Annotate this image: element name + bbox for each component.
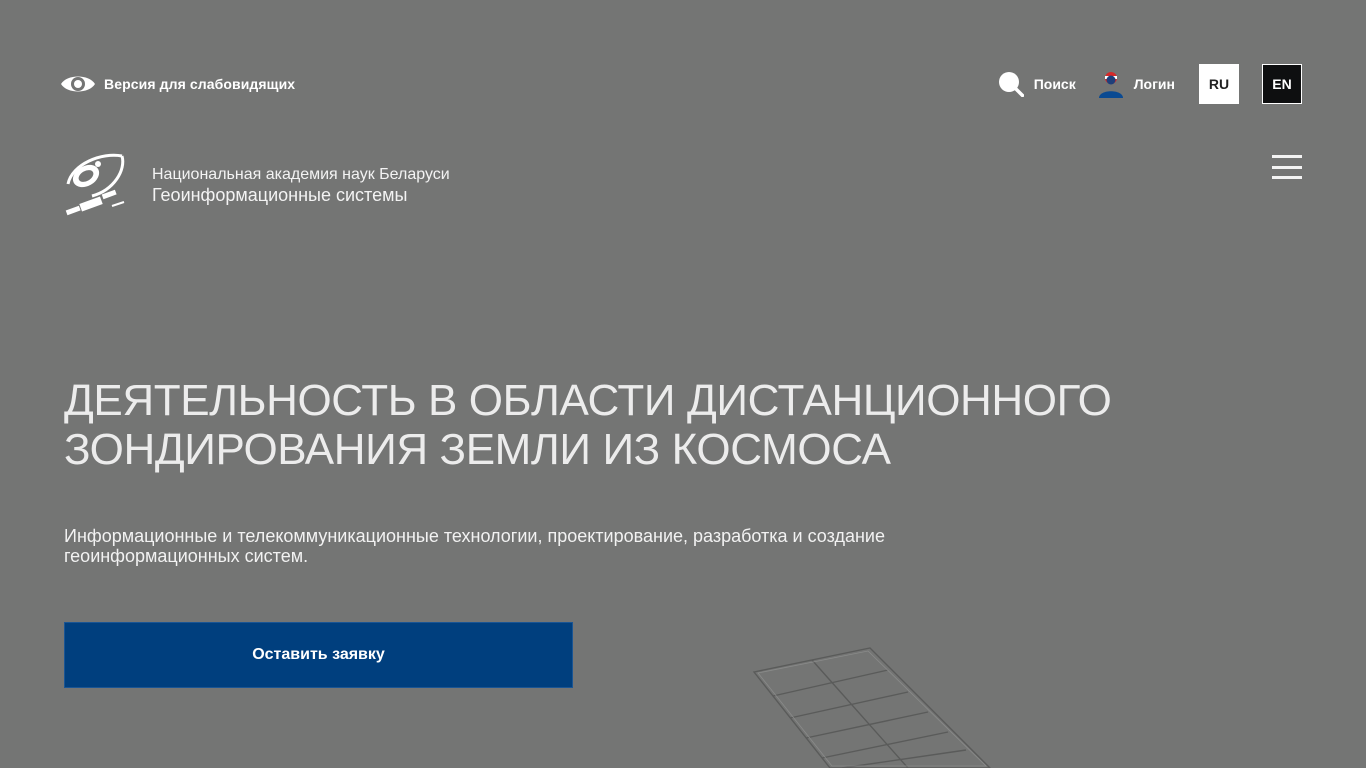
eye-icon [61, 76, 95, 92]
submit-request-button[interactable]: Оставить заявку [64, 622, 573, 688]
hamburger-menu-icon[interactable] [1272, 155, 1302, 179]
user-icon [1098, 72, 1123, 98]
accessibility-version-label: Версия для слабовидящих [104, 76, 296, 92]
brand-department-name: Геоинформационные системы [152, 185, 408, 205]
site-brand[interactable]: Национальная академия наук Беларуси Геои… [62, 150, 450, 220]
language-en-button[interactable]: EN [1262, 64, 1302, 104]
language-ru-button[interactable]: RU [1199, 64, 1239, 104]
page: Версия для слабовидящих Поиск Логин RU E… [0, 0, 1366, 768]
menu-bar-middle [1272, 165, 1302, 169]
brand-academy-name: Национальная академия наук Беларуси [152, 166, 450, 183]
menu-bar-top [1272, 155, 1302, 158]
search-button[interactable]: Поиск [998, 71, 1076, 97]
solar-panel-illustration [752, 647, 991, 768]
accessibility-version-link[interactable]: Версия для слабовидящих [60, 70, 295, 98]
header-controls: Поиск Логин RU EN [998, 64, 1302, 104]
hero-title: ДЕЯТЕЛЬНОСТЬ В ОБЛАСТИ ДИСТАНЦИОННОГО ЗО… [64, 376, 1112, 474]
satellite-logo-icon [65, 153, 125, 216]
search-label: Поиск [1033, 76, 1076, 92]
menu-bar-bottom [1272, 176, 1302, 179]
hero-subtitle: Информационные и телекоммуникационные те… [64, 526, 885, 566]
login-label: Логин [1133, 76, 1175, 92]
brand-titles: Национальная академия наук Беларуси Геои… [152, 165, 450, 205]
search-icon [998, 72, 1024, 97]
login-button[interactable]: Логин [1098, 70, 1175, 98]
